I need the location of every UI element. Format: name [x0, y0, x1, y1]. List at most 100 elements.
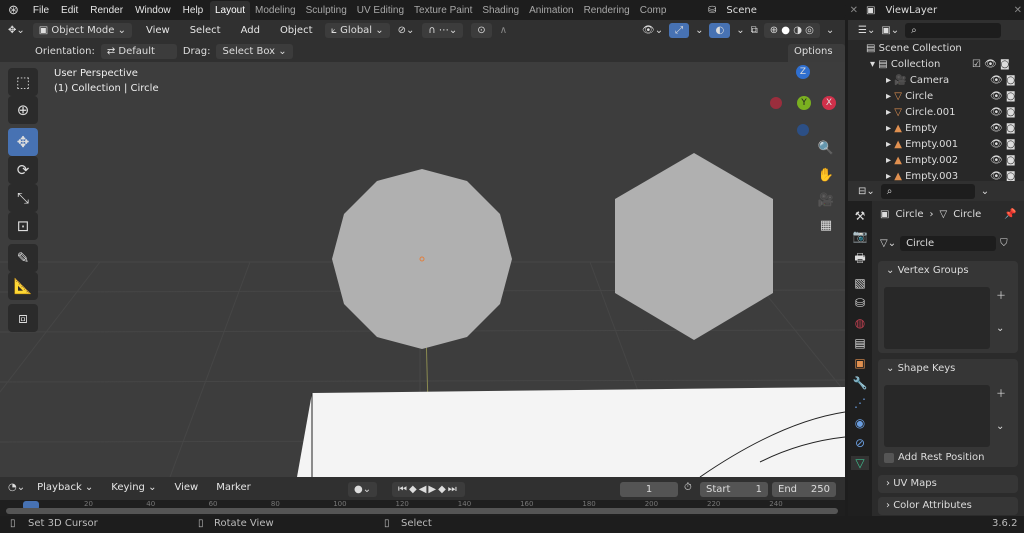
gizmo-x-axis[interactable]: X: [822, 96, 836, 110]
add-vertex-group-button[interactable]: ＋: [996, 287, 1006, 302]
menu-add[interactable]: Add: [235, 25, 266, 36]
menu-render[interactable]: Render: [84, 5, 129, 16]
outliner-collection[interactable]: ▾ ▤ Collection ☑ 👁 ◙: [848, 56, 1024, 72]
expand-arrow-icon[interactable]: ▸: [886, 75, 894, 86]
select-box-tool[interactable]: ⬚: [8, 68, 38, 96]
data-tab-icon[interactable]: ▽: [851, 456, 869, 470]
properties-search-input[interactable]: ⌕: [880, 183, 975, 199]
expand-arrow-icon[interactable]: ▸: [886, 155, 894, 166]
rotate-tool[interactable]: ⟳: [8, 156, 38, 184]
menu-object[interactable]: Object: [274, 25, 319, 36]
pin-icon[interactable]: 📌: [1004, 209, 1016, 220]
expand-arrow-icon[interactable]: ▸: [886, 139, 894, 150]
tab-sculpting[interactable]: Sculpting: [301, 1, 352, 20]
view-layer-selector[interactable]: ▣ ViewLayer ✕: [866, 1, 1022, 19]
menu-window[interactable]: Window: [129, 5, 177, 16]
editor-type-icon[interactable]: ✥⌄: [8, 25, 25, 36]
pin-icon[interactable]: ✕: [850, 5, 858, 16]
physics-tab-icon[interactable]: ◉: [855, 416, 865, 430]
outliner-item[interactable]: ▸ ▽ Circle 👁 ◙: [848, 88, 1024, 104]
snap-icon[interactable]: ∩ ⋯⌄: [422, 23, 464, 38]
render-tab-icon[interactable]: 📷: [853, 229, 868, 243]
tab-rendering[interactable]: Rendering: [579, 1, 635, 20]
shape-key-menu-button[interactable]: ⌄: [996, 421, 1004, 432]
modifier-tab-icon[interactable]: 🔧: [853, 376, 868, 390]
cursor-tool[interactable]: ⊕: [8, 96, 38, 124]
perspective-toggle-icon[interactable]: ▦: [814, 213, 838, 237]
menu-select[interactable]: Select: [184, 25, 227, 36]
visibility-icon[interactable]: 👁⌄: [642, 25, 663, 36]
color-attributes-panel[interactable]: › Color Attributes: [878, 497, 1018, 515]
visibility-toggle-icon[interactable]: 👁 ◙: [990, 171, 1016, 182]
visibility-toggle-icon[interactable]: 👁 ◙: [990, 123, 1016, 134]
measure-tool[interactable]: 📐: [8, 272, 38, 300]
particles-tab-icon[interactable]: ⋰: [854, 396, 866, 410]
outliner-item[interactable]: ▸ 🎥 Camera 👁 ◙: [848, 72, 1024, 88]
proportional-edit-icon[interactable]: ⊙: [471, 23, 492, 38]
timeline-editor-icon[interactable]: ◔⌄: [8, 482, 25, 493]
move-tool[interactable]: ✥: [8, 128, 38, 156]
exclude-checkbox[interactable]: ☑ 👁 ◙: [972, 59, 1010, 70]
gizmo-y-axis[interactable]: Y: [797, 96, 811, 110]
outliner-search-input[interactable]: ⌕: [905, 22, 1002, 38]
vertex-group-menu-button[interactable]: ⌄: [996, 323, 1004, 334]
menu-edit[interactable]: Edit: [55, 5, 84, 16]
add-shape-key-button[interactable]: ＋: [996, 385, 1006, 400]
visibility-toggle-icon[interactable]: 👁 ◙: [990, 75, 1016, 86]
editor-type-icon[interactable]: ⊟⌄: [858, 186, 875, 197]
orientation-dropdown[interactable]: ⇄ Default: [100, 44, 177, 59]
visibility-toggle-icon[interactable]: 👁 ◙: [990, 155, 1016, 166]
mesh-browse-icon[interactable]: ▽⌄: [880, 238, 896, 249]
fake-user-icon[interactable]: ⛉: [1000, 238, 1008, 249]
visibility-toggle-icon[interactable]: 👁 ◙: [990, 139, 1016, 150]
overlay-toggle-icon[interactable]: ◐: [709, 23, 731, 38]
view-layer-name[interactable]: ViewLayer: [879, 2, 1010, 18]
annotate-tool[interactable]: ✎: [8, 244, 38, 272]
blender-logo-icon[interactable]: ⊛: [0, 2, 27, 18]
shading-modes[interactable]: ⊕ ● ◑ ◎: [763, 23, 820, 38]
scene-tab-icon[interactable]: ⛁: [855, 296, 865, 310]
solid-shading-icon[interactable]: ●: [781, 25, 790, 36]
scale-tool[interactable]: ⤡: [8, 184, 38, 212]
shape-keys-header[interactable]: ⌄ Shape Keys: [878, 359, 1018, 378]
stopwatch-icon[interactable]: ⏱: [684, 482, 692, 493]
add-rest-position-checkbox[interactable]: [884, 452, 894, 463]
outliner-item[interactable]: ▸ ▲ Empty.001 👁 ◙: [848, 136, 1024, 152]
transform-tool[interactable]: ⊡: [8, 212, 38, 240]
tab-texture-paint[interactable]: Texture Paint: [409, 1, 477, 20]
constraints-tab-icon[interactable]: ⊘: [855, 436, 865, 450]
gizmo-z-axis[interactable]: Z: [796, 65, 810, 79]
auto-keying-button[interactable]: ●⌄: [348, 482, 378, 497]
mode-dropdown[interactable]: ▣ Object Mode ⌄: [32, 23, 132, 38]
menu-help[interactable]: Help: [177, 5, 210, 16]
gizmo-neg-x[interactable]: [770, 97, 782, 109]
pivot-icon[interactable]: ⊘⌄: [398, 25, 415, 36]
vertex-groups-header[interactable]: ⌄ Vertex Groups: [878, 261, 1018, 280]
visibility-toggle-icon[interactable]: 👁 ◙: [990, 107, 1016, 118]
end-frame-field[interactable]: End 250: [772, 482, 836, 497]
menu-keying[interactable]: Keying ⌄: [105, 482, 162, 493]
reference-plane[interactable]: [297, 387, 845, 477]
expand-arrow-icon[interactable]: ▸: [886, 107, 894, 118]
expand-arrow-icon[interactable]: ▸: [886, 171, 894, 182]
gizmo-neg-z[interactable]: [797, 124, 809, 136]
tab-compositing[interactable]: Comp: [635, 1, 672, 20]
scene-name[interactable]: Scene: [720, 2, 846, 18]
visibility-toggle-icon[interactable]: 👁 ◙: [990, 91, 1016, 102]
tab-animation[interactable]: Animation: [524, 1, 578, 20]
menu-file[interactable]: File: [27, 5, 55, 16]
tab-modeling[interactable]: Modeling: [250, 1, 301, 20]
expand-arrow-icon[interactable]: ▸: [886, 123, 894, 134]
3d-viewport[interactable]: User Perspective (1) Collection | Circle…: [0, 62, 845, 477]
camera-view-icon[interactable]: 🎥: [814, 188, 838, 212]
zoom-view-icon[interactable]: 🔍: [814, 136, 838, 160]
xray-icon[interactable]: ⧉: [751, 25, 758, 36]
add-cube-tool[interactable]: ⧈: [8, 304, 38, 332]
output-tab-icon[interactable]: 🖶: [854, 249, 865, 270]
circle-001-mesh[interactable]: [615, 153, 773, 340]
menu-timeline-view[interactable]: View: [168, 482, 204, 493]
tab-uv-editing[interactable]: UV Editing: [352, 1, 409, 20]
transform-orientation-dropdown[interactable]: ⟀ Global ⌄: [325, 23, 390, 38]
object-tab-icon[interactable]: ▣: [854, 356, 865, 370]
gizmo-toggle-icon[interactable]: ⤢: [669, 23, 690, 38]
